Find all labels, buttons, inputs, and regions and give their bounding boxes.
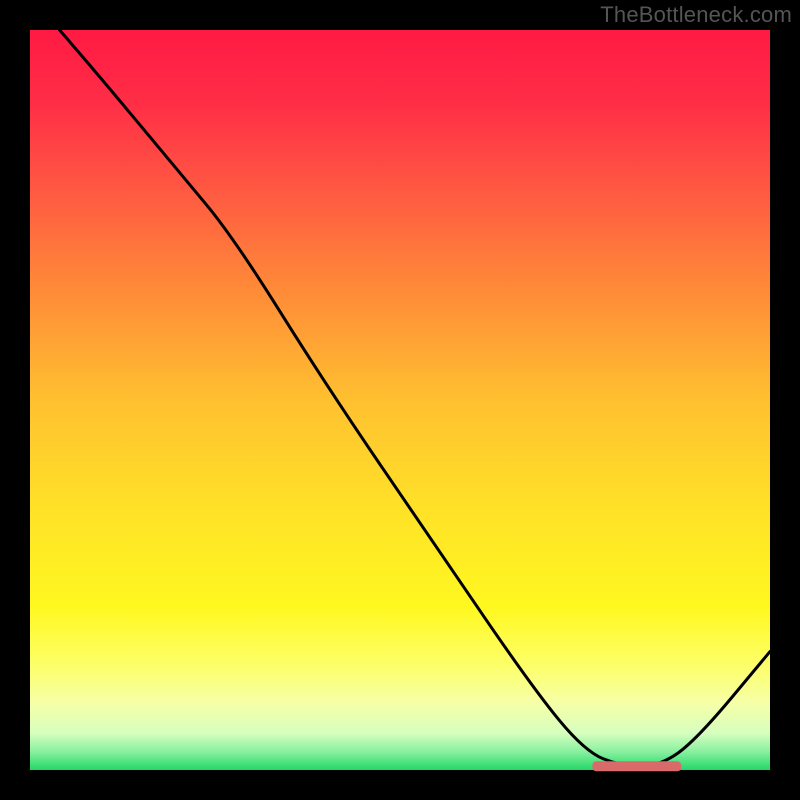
bottleneck-chart	[0, 0, 800, 800]
plot-background	[30, 30, 770, 770]
chart-container: TheBottleneck.com	[0, 0, 800, 800]
frame-bottom	[0, 770, 800, 800]
watermark-text: TheBottleneck.com	[600, 2, 792, 28]
frame-right	[770, 0, 800, 800]
frame-left	[0, 0, 30, 800]
optimum-marker	[592, 761, 681, 771]
